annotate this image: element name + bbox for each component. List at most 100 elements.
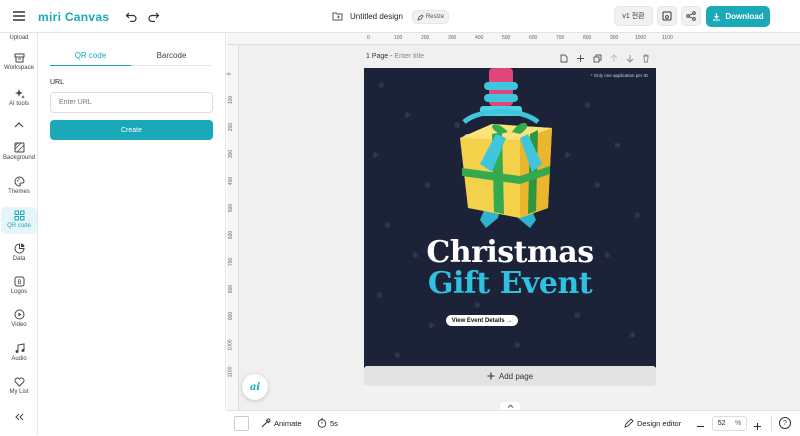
new-page-icon[interactable] [560, 54, 568, 63]
arrow-down-icon[interactable] [626, 54, 634, 63]
page-header: 1 Page - Enter title [366, 53, 424, 60]
qr-panel: QR code Barcode URL Create [38, 33, 226, 410]
timeline-toggle[interactable] [500, 402, 520, 410]
create-button[interactable]: Create [50, 120, 213, 140]
ruler-tick: 700 [228, 257, 235, 267]
download-icon [713, 13, 721, 21]
rail-my-list[interactable]: My List [1, 377, 37, 403]
save-icon [662, 11, 672, 21]
tab-qr-code[interactable]: QR code [50, 46, 131, 66]
rail-collapse[interactable] [1, 413, 37, 425]
ruler-tick: 100 [228, 95, 235, 105]
divider [771, 416, 772, 431]
logo-icon: B [14, 276, 24, 287]
minus-icon [697, 425, 704, 428]
ruler-tick: 1100 [662, 35, 673, 41]
ruler-tick: 1000 [227, 339, 234, 351]
background-icon [14, 142, 24, 153]
download-button[interactable]: Download [706, 6, 770, 27]
rail-data[interactable]: Data [1, 243, 37, 269]
arrow-up-icon[interactable] [610, 54, 618, 63]
rail-logos[interactable]: B Logos [1, 276, 37, 302]
save-button[interactable] [657, 6, 677, 26]
svg-text:✻: ✻ [378, 81, 385, 90]
ruler-tick: 500 [228, 203, 235, 213]
double-chevron-left-icon [15, 413, 24, 421]
rail-workspace[interactable]: Workspace [1, 53, 37, 79]
page-toolbar [560, 54, 650, 63]
rail-collapse-up[interactable] [1, 121, 37, 133]
svg-text:✻: ✻ [474, 301, 481, 310]
chevron-up-icon [507, 404, 513, 408]
animate-button[interactable]: Animate [261, 418, 302, 428]
svg-text:✻: ✻ [394, 351, 401, 360]
ruler-tick: 1000 [635, 35, 647, 41]
add-icon[interactable] [576, 54, 585, 63]
view-event-details-button[interactable]: View Event Details → [446, 315, 518, 326]
svg-text:✻: ✻ [614, 141, 621, 150]
page-title-input[interactable]: Enter title [394, 53, 424, 60]
share-button[interactable] [681, 6, 701, 26]
rail-audio[interactable]: Audio [1, 343, 37, 369]
vertical-ruler: 0 100 200 300 400 500 600 700 800 900 10… [226, 45, 239, 410]
svg-text:✻: ✻ [629, 331, 636, 340]
svg-text:✻: ✻ [428, 321, 435, 330]
left-rail: Upload Workspace AI tools Background The… [0, 33, 38, 435]
duplicate-icon[interactable] [593, 54, 602, 63]
help-icon[interactable]: ? [779, 417, 791, 429]
rail-qr-code[interactable]: QR code [1, 207, 37, 234]
play-icon [14, 309, 24, 320]
pen-icon [624, 418, 634, 428]
svg-text:✻: ✻ [384, 221, 391, 230]
plus-icon [487, 372, 495, 380]
zoom-field[interactable]: 52% [712, 416, 747, 431]
heart-icon [14, 377, 24, 387]
chart-icon [14, 243, 25, 254]
ruler-tick: 300 [228, 149, 235, 159]
zoom-in-button[interactable] [753, 418, 762, 436]
rail-themes[interactable]: Themes [1, 176, 37, 202]
svg-text:✻: ✻ [404, 111, 411, 120]
redo-icon[interactable] [147, 10, 161, 22]
menu-icon[interactable] [12, 10, 26, 22]
ruler-tick: 900 [610, 35, 619, 41]
tab-barcode[interactable]: Barcode [131, 46, 212, 66]
ai-icon: ai [249, 381, 261, 393]
ai-assistant-button[interactable]: ai [242, 374, 268, 400]
ruler-tick: 800 [583, 35, 592, 41]
url-input[interactable] [50, 92, 213, 113]
workspace: 0 100 200 300 400 500 600 700 800 900 10… [226, 33, 800, 410]
rail-background[interactable]: Background [1, 142, 37, 168]
ruler-tick: 300 [448, 35, 457, 41]
app-logo[interactable]: miri Canvas [38, 9, 109, 24]
duration-button[interactable]: 5s [317, 418, 338, 428]
folder-icon[interactable] [332, 11, 343, 21]
chevron-up-icon [14, 122, 24, 128]
url-label: URL [50, 79, 65, 86]
headline-christmas: Christmas [426, 235, 594, 270]
animate-icon [261, 418, 271, 428]
rail-video[interactable]: Video [1, 309, 37, 335]
pencil-icon [417, 13, 424, 21]
zoom-out-button[interactable] [696, 418, 705, 436]
box-icon [14, 53, 24, 63]
ruler-tick: 800 [228, 284, 235, 294]
undo-icon[interactable] [124, 10, 138, 22]
page-thumbnail[interactable] [234, 416, 249, 431]
rail-upload[interactable]: Upload [1, 35, 37, 47]
svg-text:✻: ✻ [424, 181, 431, 190]
ruler-tick: 1100 [227, 366, 234, 378]
ruler-tick: 0 [226, 72, 233, 76]
top-bar: miri Canvas Untitled design Resize v1 전환… [0, 0, 800, 33]
version-button[interactable]: v1 전환 [614, 6, 653, 26]
design-editor-button[interactable]: Design editor [624, 418, 681, 428]
trash-icon[interactable] [642, 54, 650, 63]
ruler-tick: 0 [367, 35, 370, 41]
resize-button[interactable]: Resize [412, 10, 449, 24]
document-title[interactable]: Untitled design [350, 11, 403, 22]
ruler-tick: 600 [228, 230, 235, 240]
rail-ai-tools[interactable]: AI tools [1, 88, 37, 114]
svg-text:✻: ✻ [594, 181, 601, 190]
design-canvas[interactable]: ✻ ✻ ✻ ✻ ✻ ✻ ✻ ✻ ✻ ✻ ✻ ✻ ✻ ✻ ✻ ✻ ✻ ✻ ✻ ✻ * Only one appl… [364, 68, 656, 393]
add-page-button[interactable]: Add page [364, 366, 656, 386]
